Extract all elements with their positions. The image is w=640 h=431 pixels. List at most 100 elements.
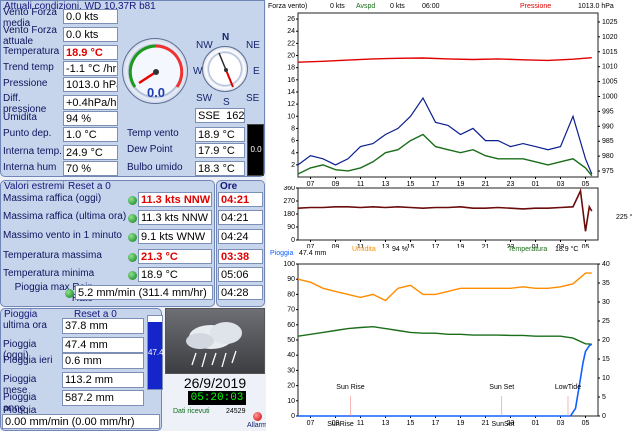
compass-s-label: S <box>223 97 230 108</box>
x-tick-label: 09 <box>332 244 340 248</box>
chart1-avspd-label: Avspd <box>356 3 376 10</box>
chart3-pioggia-value: 47.4 mm <box>299 250 327 257</box>
chart3-temp-label: Temperatura <box>508 246 548 253</box>
y-right-tick-label: 1010 <box>602 64 618 71</box>
extremes-title: Valori estremi <box>4 181 65 192</box>
condition-value: 18.9 °C <box>63 45 118 60</box>
compass-nw-label: NW <box>196 40 213 51</box>
extreme-label: Massima raffica (oggi) <box>3 193 102 204</box>
y-tick-label: 40 <box>287 352 295 359</box>
extremes-reset-button[interactable]: Reset a 0 <box>68 181 111 192</box>
extreme-value: 18.9 °C <box>138 267 212 282</box>
chart1-forza-value: 0 kts <box>330 3 345 10</box>
secondary-value: 18.3 °C <box>195 161 245 176</box>
y-tick-label: 360 <box>283 186 295 192</box>
extreme-label: Temperatura minima <box>3 268 95 279</box>
x-tick-label: 11 <box>357 420 364 427</box>
extreme-time: 04:21 <box>218 210 263 225</box>
x-tick-label: 13 <box>382 420 390 427</box>
y-tick-label: 10 <box>287 113 295 120</box>
compass-needle-icon <box>218 52 234 88</box>
chart3-temp-value: 18.9 °C <box>555 246 579 253</box>
extreme-value: 21.3 °C <box>138 249 212 264</box>
secondary-label: Temp vento <box>127 128 179 139</box>
secondary-label: Dew Point <box>127 144 173 155</box>
condition-value: +0.4hPa/hr <box>63 95 118 110</box>
wind-pressure-chart: 07 09 11 13 15 17 19 21 23 01 03 052468101214161820… <box>287 12 618 188</box>
wind-compass <box>202 46 248 92</box>
extreme-label: Massima raffica (ultima ora) <box>3 211 127 222</box>
chart3-umidita-label: Umidita <box>352 246 376 253</box>
wind-bar-value: 0.0 <box>250 145 262 154</box>
chart1-avspd-value: 0 kts <box>390 3 405 10</box>
y-tick-label: 0 <box>291 413 295 420</box>
x-tick-label: 03 <box>557 420 565 427</box>
condition-label: Interna temp. <box>3 146 62 157</box>
condition-value: 0.0 kts <box>63 9 118 24</box>
x-tick-label: 01 <box>532 420 540 427</box>
y-tick-label: 20 <box>287 383 295 390</box>
compass-n-label: N <box>222 32 230 43</box>
extreme-value: 11.3 kts NNW <box>138 192 212 207</box>
x-tick-label: 17 <box>432 244 440 248</box>
status-led-icon <box>128 253 137 262</box>
extreme-label: Massimo vento in 1 minuto <box>3 230 122 241</box>
condition-value: -1.1 °C /hr <box>63 61 118 76</box>
x-tick-label: 19 <box>457 244 465 248</box>
x-tick-label: 13 <box>382 244 390 248</box>
extreme-value: 9.1 kts WNW <box>138 229 212 244</box>
extremes-time-header: Ore <box>220 181 238 192</box>
condition-value: 24.9 °C <box>63 145 118 160</box>
y-tick-label: 8 <box>291 125 295 132</box>
compass-w-label: W <box>193 66 203 77</box>
y-tick-label: 60 <box>287 322 295 329</box>
y-right-tick-label: 20 <box>602 337 610 344</box>
y-tick-label: 6 <box>291 138 295 145</box>
condition-label: Pressione <box>3 78 48 89</box>
x-tick-label: 05 <box>582 420 590 427</box>
direction-readout: 225 ° <box>616 213 633 221</box>
extreme-time: 04:21 <box>218 192 263 207</box>
extreme-time: 05:06 <box>218 267 263 282</box>
y-right-tick-label: 30 <box>602 299 610 306</box>
compass-se-label: SE <box>246 93 260 104</box>
y-tick-label: 30 <box>287 367 295 374</box>
y-tick-label: 50 <box>287 337 295 344</box>
extreme-label: Temperatura massima <box>3 250 102 261</box>
y-right-tick-label: 1020 <box>602 34 618 41</box>
plot-area <box>297 12 599 178</box>
chart3-umidita-value: 94 % <box>392 246 408 253</box>
y-right-tick-label: 990 <box>602 123 614 130</box>
y-tick-label: 16 <box>287 77 295 84</box>
condition-label: Punto dep. <box>3 128 52 139</box>
y-tick-label: 90 <box>287 224 295 231</box>
status-led-icon <box>65 289 74 298</box>
condition-label: Temperatura <box>3 46 60 57</box>
data-received-count: 24529 <box>226 408 246 415</box>
condition-value: 94 % <box>63 111 118 126</box>
y-right-tick-label: 980 <box>602 153 614 160</box>
condition-value: 1.0 °C <box>63 127 118 142</box>
alarm-icon[interactable] <box>253 412 262 421</box>
y-right-tick-label: 1015 <box>602 49 618 56</box>
y-tick-label: 70 <box>287 307 295 314</box>
secondary-value: 17.9 °C <box>195 143 245 158</box>
chart1-forza-label: Forza vento) <box>268 3 308 10</box>
data-received-label: Dati ricevuti <box>173 408 210 415</box>
rain-gauge: 47.4 <box>147 315 164 390</box>
chart3-pioggia-label: Pioggia <box>270 250 294 257</box>
y-tick-label: 24 <box>287 28 295 35</box>
y-tick-label: 4 <box>291 150 295 157</box>
y-tick-label: 14 <box>287 89 295 96</box>
compass-e-label: E <box>253 66 260 77</box>
y-right-tick-label: 15 <box>602 356 610 363</box>
annotation-label: SunSet <box>492 421 515 428</box>
y-tick-label: 270 <box>283 198 295 205</box>
y-tick-label: 26 <box>287 16 295 23</box>
y-right-tick-label: 25 <box>602 318 610 325</box>
rain-value: 47.4 mm <box>62 337 144 353</box>
y-right-tick-label: 35 <box>602 280 610 287</box>
y-tick-label: 180 <box>283 211 295 218</box>
condition-value: 1013.0 hPa <box>63 77 118 92</box>
compass-sw-label: SW <box>196 93 213 104</box>
